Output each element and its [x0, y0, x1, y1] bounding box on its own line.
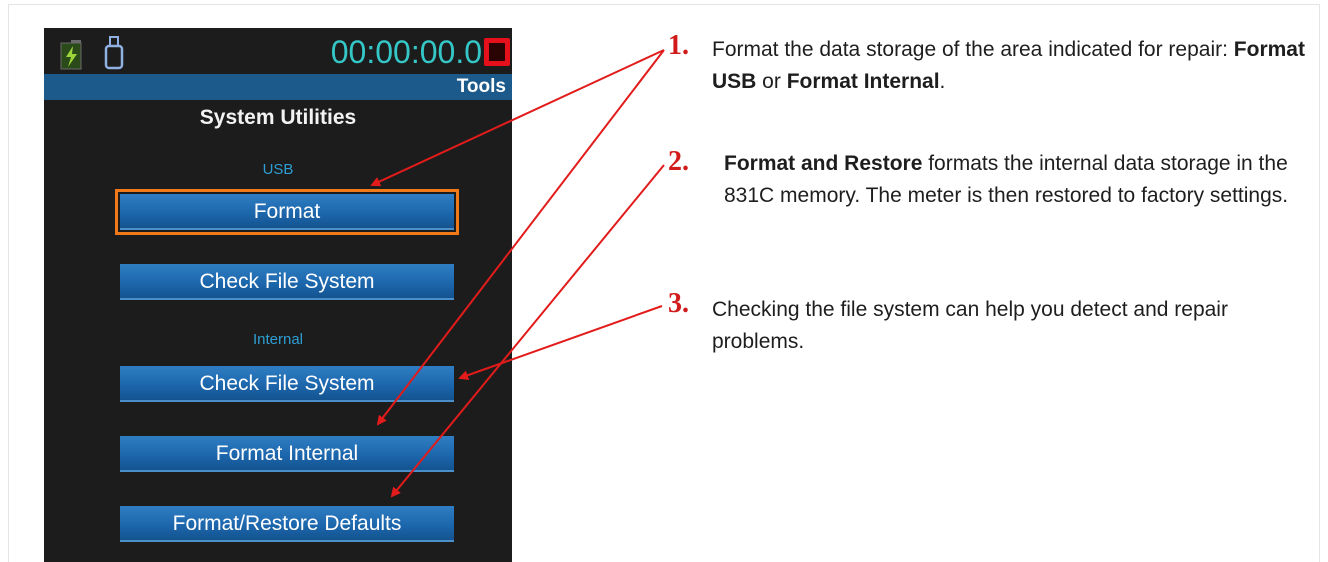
device-screen: 00:00:00.0 Tools System Utilities USB Fo…	[44, 28, 512, 562]
section-label-usb: USB	[262, 161, 294, 178]
usb-format-button[interactable]: Format	[115, 189, 459, 235]
callout-text-2: Format and Restore formats the internal …	[724, 148, 1304, 212]
section-label-internal: Internal	[252, 331, 304, 348]
usb-check-file-system-button[interactable]: Check File System	[120, 264, 454, 300]
callout-1-segment: Format Internal	[786, 70, 940, 93]
callout-3-segment: Checking the file system can help you de…	[712, 298, 1228, 353]
callout-number-1: 1.	[668, 30, 689, 61]
screen-title: System Utilities	[199, 106, 357, 129]
status-bar: 00:00:00.0	[44, 28, 512, 74]
callout-1-segment: .	[939, 70, 946, 93]
internal-check-file-system-button[interactable]: Check File System	[120, 366, 454, 402]
elapsed-timer: 00:00:00.0	[330, 34, 482, 70]
callout-number-3: 3.	[668, 288, 689, 319]
callout-text-3: Checking the file system can help you de…	[712, 294, 1302, 358]
usb-icon	[104, 36, 124, 70]
callout-1-segment: or	[756, 70, 787, 93]
battery-icon	[60, 40, 82, 70]
format-internal-button[interactable]: Format Internal	[120, 436, 454, 472]
callout-1-segment: Format the data storage of the area indi…	[712, 38, 1234, 61]
callout-2-segment: Format and Restore	[724, 152, 923, 175]
callout-number-2: 2.	[668, 146, 689, 177]
tab-tools[interactable]: Tools	[457, 76, 506, 98]
title-bar: Tools	[44, 74, 512, 100]
format-restore-defaults-button[interactable]: Format/Restore Defaults	[120, 506, 454, 542]
callout-text-1: Format the data storage of the area indi…	[712, 34, 1312, 98]
record-icon[interactable]	[484, 38, 510, 66]
